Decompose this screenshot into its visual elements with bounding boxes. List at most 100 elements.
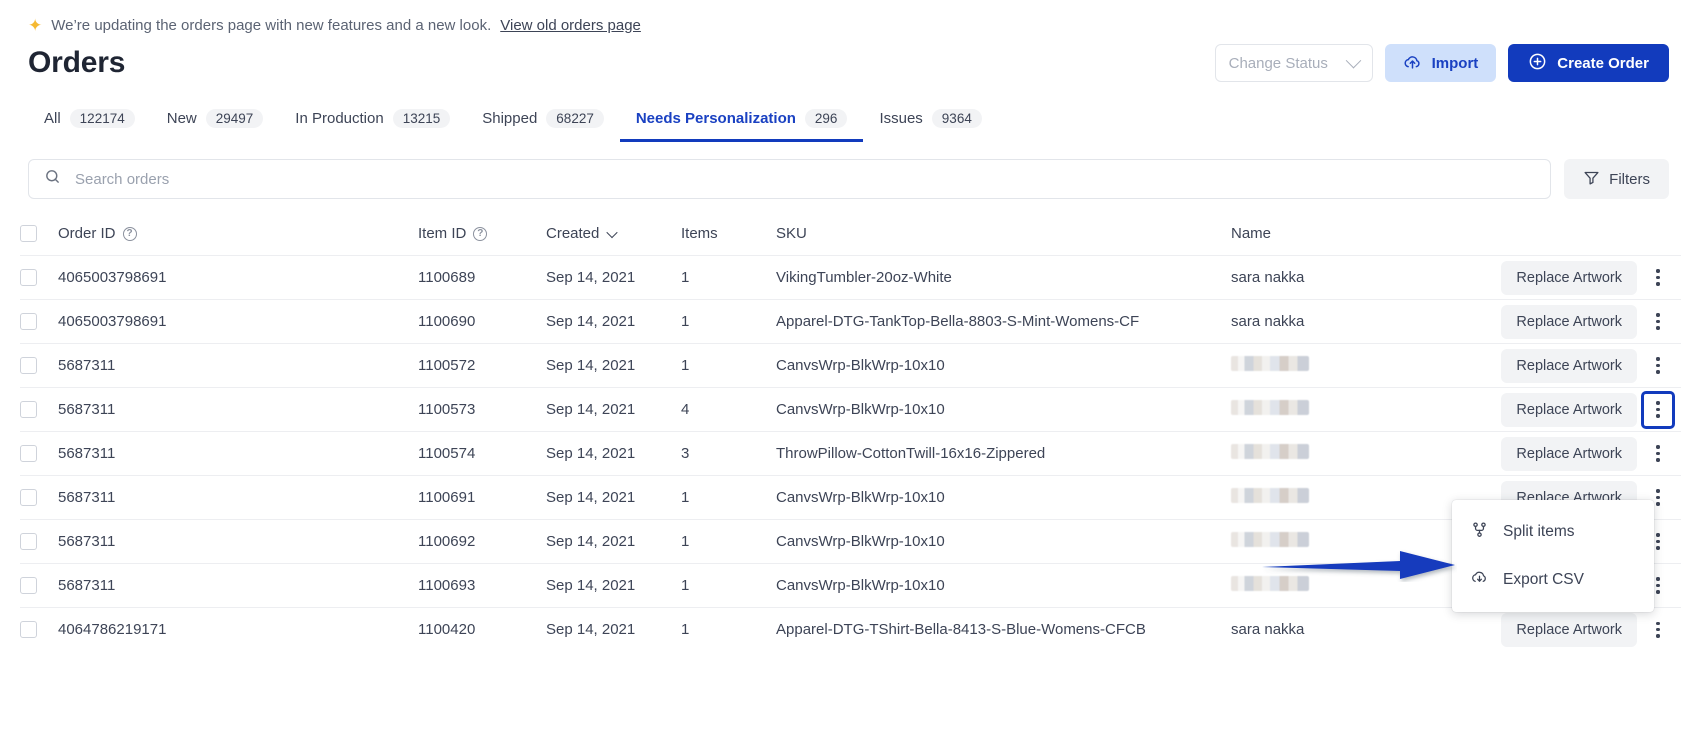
row-select-cell [20, 608, 58, 652]
header-sku[interactable]: SKU [776, 225, 1231, 256]
cell-created: Sep 14, 2021 [546, 344, 681, 388]
info-icon[interactable]: ? [123, 227, 137, 241]
cell-items: 1 [681, 476, 776, 520]
row-checkbox[interactable] [20, 577, 37, 594]
cell-actions: Replace Artwork [1451, 608, 1681, 652]
cell-created: Sep 14, 2021 [546, 520, 681, 564]
tab-count-badge: 9364 [932, 109, 982, 128]
row-more-actions-button[interactable] [1643, 261, 1673, 295]
cell-order-id: 4065003798691 [58, 256, 418, 300]
dropdown-item-split-items[interactable]: Split items [1452, 508, 1654, 556]
replace-artwork-button[interactable]: Replace Artwork [1501, 305, 1637, 339]
table-row[interactable]: 40650037986911100689Sep 14, 20211VikingT… [20, 256, 1681, 300]
redacted-name [1231, 532, 1309, 547]
cell-item-id: 1100693 [418, 564, 546, 608]
replace-artwork-button[interactable]: Replace Artwork [1501, 349, 1637, 383]
cell-order-id: 5687311 [58, 388, 418, 432]
table-row[interactable]: 56873111100691Sep 14, 20211CanvsWrp-BlkW… [20, 476, 1681, 520]
tab-in-production[interactable]: In Production13215 [279, 109, 466, 142]
row-checkbox[interactable] [20, 401, 37, 418]
row-more-actions-button[interactable] [1643, 305, 1673, 339]
row-more-actions-button[interactable] [1643, 349, 1673, 383]
tab-issues[interactable]: Issues 9364 [863, 109, 997, 142]
header-name[interactable]: Name [1231, 225, 1451, 256]
tab-count-badge: 296 [805, 109, 848, 128]
search-icon [44, 168, 61, 190]
cell-item-id: 1100689 [418, 256, 546, 300]
replace-artwork-button[interactable]: Replace Artwork [1501, 613, 1637, 647]
cell-items: 1 [681, 564, 776, 608]
cell-sku: Apparel-DTG-TShirt-Bella-8413-S-Blue-Wom… [776, 608, 1231, 652]
header-created[interactable]: Created [546, 225, 681, 256]
page-header: Orders Change Status Import [0, 38, 1697, 88]
row-checkbox[interactable] [20, 533, 37, 550]
replace-artwork-button[interactable]: Replace Artwork [1501, 261, 1637, 295]
chevron-down-icon [1345, 52, 1361, 68]
cell-name [1231, 476, 1451, 520]
row-more-actions-button[interactable] [1643, 393, 1673, 427]
header-order-id[interactable]: Order ID ? [58, 225, 418, 256]
cloud-upload-icon [1403, 52, 1422, 75]
search-row: Filters [0, 159, 1697, 199]
split-branch-icon [1470, 520, 1489, 544]
announcement-banner: ✦ We’re updating the orders page with ne… [0, 0, 1697, 38]
table-row[interactable]: 40647862191711100420Sep 14, 20211Apparel… [20, 608, 1681, 652]
import-button[interactable]: Import [1385, 44, 1497, 82]
dropdown-item-label: Split items [1503, 523, 1575, 541]
tab-shipped[interactable]: Shipped68227 [466, 109, 620, 142]
tab-label: Issues [879, 110, 922, 127]
table-row[interactable]: 56873111100572Sep 14, 20211CanvsWrp-BlkW… [20, 344, 1681, 388]
header-actions [1451, 225, 1681, 256]
row-checkbox[interactable] [20, 489, 37, 506]
filters-button[interactable]: Filters [1564, 159, 1669, 199]
row-checkbox[interactable] [20, 269, 37, 286]
plus-circle-icon [1528, 52, 1547, 75]
cell-item-id: 1100572 [418, 344, 546, 388]
cell-name: sara nakka [1231, 300, 1451, 344]
replace-artwork-button[interactable]: Replace Artwork [1501, 393, 1637, 427]
create-order-button[interactable]: Create Order [1508, 44, 1669, 82]
info-icon[interactable]: ? [473, 227, 487, 241]
select-all-checkbox[interactable] [20, 225, 37, 242]
table-row[interactable]: 56873111100573Sep 14, 20214CanvsWrp-BlkW… [20, 388, 1681, 432]
table-row[interactable]: 40650037986911100690Sep 14, 20211Apparel… [20, 300, 1681, 344]
row-checkbox[interactable] [20, 621, 37, 638]
row-checkbox[interactable] [20, 313, 37, 330]
row-checkbox[interactable] [20, 445, 37, 462]
cell-items: 1 [681, 256, 776, 300]
table-row[interactable]: 56873111100574Sep 14, 20213ThrowPillow-C… [20, 432, 1681, 476]
row-select-cell [20, 520, 58, 564]
header-item-id[interactable]: Item ID ? [418, 225, 546, 256]
table-row[interactable]: 56873111100692Sep 14, 20211CanvsWrp-BlkW… [20, 520, 1681, 564]
cell-created: Sep 14, 2021 [546, 564, 681, 608]
change-status-dropdown[interactable]: Change Status [1215, 44, 1373, 82]
tab-all[interactable]: All122174 [28, 109, 151, 142]
cell-name: sara nakka [1231, 608, 1451, 652]
search-input[interactable] [73, 170, 1535, 189]
row-checkbox[interactable] [20, 357, 37, 374]
cell-sku: CanvsWrp-BlkWrp-10x10 [776, 476, 1231, 520]
orders-table-container: Order ID ? Item ID ? Created [0, 225, 1697, 652]
dropdown-item-export-csv[interactable]: Export CSV [1452, 556, 1654, 604]
tab-needs-personalization[interactable]: Needs Personalization296 [620, 109, 864, 142]
cell-sku: VikingTumbler-20oz-White [776, 256, 1231, 300]
chevron-down-icon [607, 226, 618, 237]
cell-created: Sep 14, 2021 [546, 300, 681, 344]
filters-label: Filters [1609, 171, 1650, 188]
table-row[interactable]: 56873111100693Sep 14, 20211CanvsWrp-BlkW… [20, 564, 1681, 608]
cell-created: Sep 14, 2021 [546, 432, 681, 476]
header-sku-label: SKU [776, 225, 807, 242]
tab-new[interactable]: New29497 [151, 109, 280, 142]
search-box[interactable] [28, 159, 1551, 199]
cell-order-id: 5687311 [58, 476, 418, 520]
header-item-id-label: Item ID [418, 225, 466, 242]
view-old-orders-page-link[interactable]: View old orders page [500, 17, 641, 34]
row-more-actions-button[interactable] [1643, 613, 1673, 647]
tab-count-badge: 29497 [206, 109, 264, 128]
cell-name [1231, 520, 1451, 564]
row-select-cell [20, 256, 58, 300]
replace-artwork-button[interactable]: Replace Artwork [1501, 437, 1637, 471]
header-items[interactable]: Items [681, 225, 776, 256]
tab-label: In Production [295, 110, 383, 127]
row-more-actions-button[interactable] [1643, 437, 1673, 471]
